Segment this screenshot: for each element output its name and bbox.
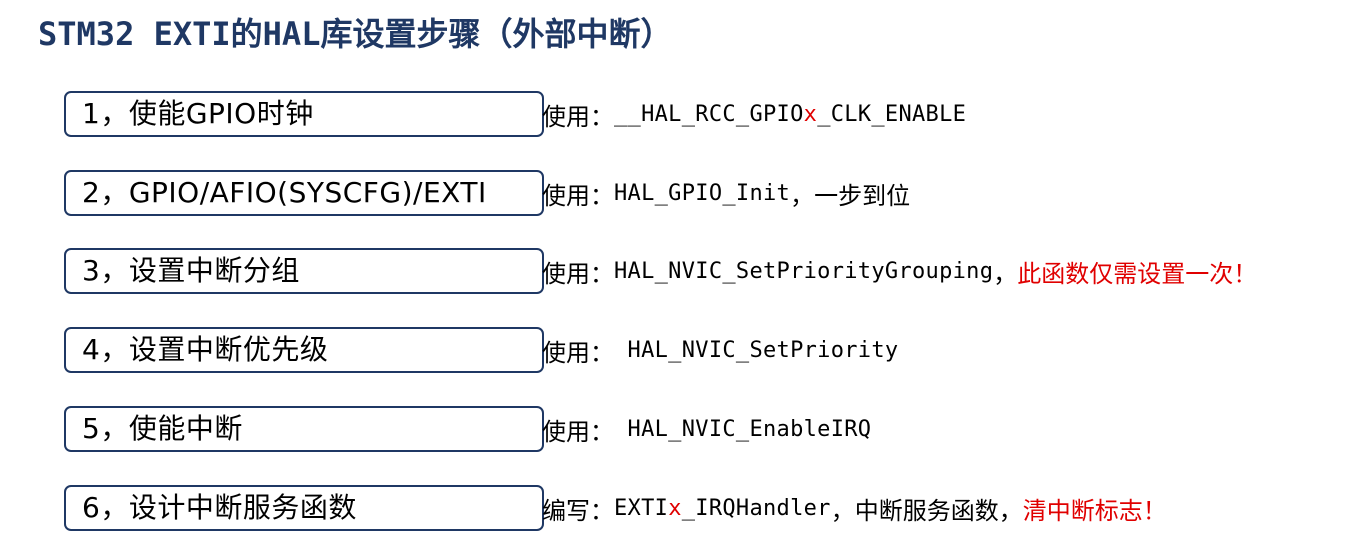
step-label-4: 4，设置中断优先级 [82,333,329,366]
step-label-3: 3，设置中断分组 [82,254,300,287]
step-label-2: 2，GPIO/AFIO(SYSCFG)/EXTI [82,176,487,209]
step-desc-5: 使用： HAL_NVIC_EnableIRQ [542,406,871,452]
step-code-1b: _CLK_ENABLE [817,101,967,127]
step-row-4: 4，设置中断优先级 使用： HAL_NVIC_SetPriority [64,327,1344,373]
step-box-1: 1，使能GPIO时钟 [64,91,544,137]
step-label-5: 5，使能中断 [82,412,243,445]
step-desc-prefix-4: 使用： [542,338,614,367]
step-desc-6: 编写： EXTI x _IRQHandler ，中断服务函数， 清中断标志！ [542,485,1167,531]
step-code-1a: __HAL_RCC_GPIO [614,101,804,127]
step-code-6b: _IRQHandler [681,495,831,521]
step-code-6x: x [668,495,682,521]
step-desc-prefix-5: 使用： [542,417,614,446]
step-box-4: 4，设置中断优先级 [64,327,544,373]
page-title: STM32 EXTI的HAL库设置步骤（外部中断） [38,15,673,53]
step-note-3: 此函数仅需设置一次！ [1017,259,1258,288]
step-row-5: 5，使能中断 使用： HAL_NVIC_EnableIRQ [64,406,1344,452]
step-note-6: 清中断标志！ [1022,496,1167,525]
step-label-1: 1，使能GPIO时钟 [82,97,314,130]
step-suffix-2: ，一步到位 [790,181,911,210]
step-box-5: 5，使能中断 [64,406,544,452]
step-desc-prefix-3: 使用： [542,259,614,288]
step-suffix-3: ， [993,259,1018,288]
step-desc-prefix-1: 使用： [542,102,614,131]
step-suffix-6: ，中断服务函数， [830,496,1023,525]
step-code-5: HAL_NVIC_EnableIRQ [614,416,872,442]
step-code-6a: EXTI [614,495,669,521]
step-row-3: 3，设置中断分组 使用： HAL_NVIC_SetPriorityGroupin… [64,248,1344,294]
step-desc-prefix-6: 编写： [542,496,614,525]
step-label-6: 6，设计中断服务函数 [82,491,357,524]
step-box-3: 3，设置中断分组 [64,248,544,294]
step-desc-prefix-2: 使用： [542,181,614,210]
step-code-2: HAL_GPIO_Init [614,180,791,206]
step-desc-4: 使用： HAL_NVIC_SetPriority [542,327,898,373]
step-code-1x: x [803,101,818,127]
step-code-4: HAL_NVIC_SetPriority [614,337,899,363]
step-box-6: 6，设计中断服务函数 [64,485,544,531]
step-row-2: 2，GPIO/AFIO(SYSCFG)/EXTI 使用： HAL_GPIO_In… [64,170,1344,216]
step-desc-3: 使用： HAL_NVIC_SetPriorityGrouping ， 此函数仅需… [542,248,1257,294]
step-row-1: 1，使能GPIO时钟 使用： __HAL_RCC_GPIO x _CLK_ENA… [64,91,1344,137]
step-desc-1: 使用： __HAL_RCC_GPIO x _CLK_ENABLE [542,91,966,137]
step-box-2: 2，GPIO/AFIO(SYSCFG)/EXTI [64,170,544,216]
step-code-3: HAL_NVIC_SetPriorityGrouping [614,258,994,284]
step-desc-2: 使用： HAL_GPIO_Init ，一步到位 [542,170,910,216]
step-row-6: 6，设计中断服务函数 编写： EXTI x _IRQHandler ，中断服务函… [64,485,1344,531]
